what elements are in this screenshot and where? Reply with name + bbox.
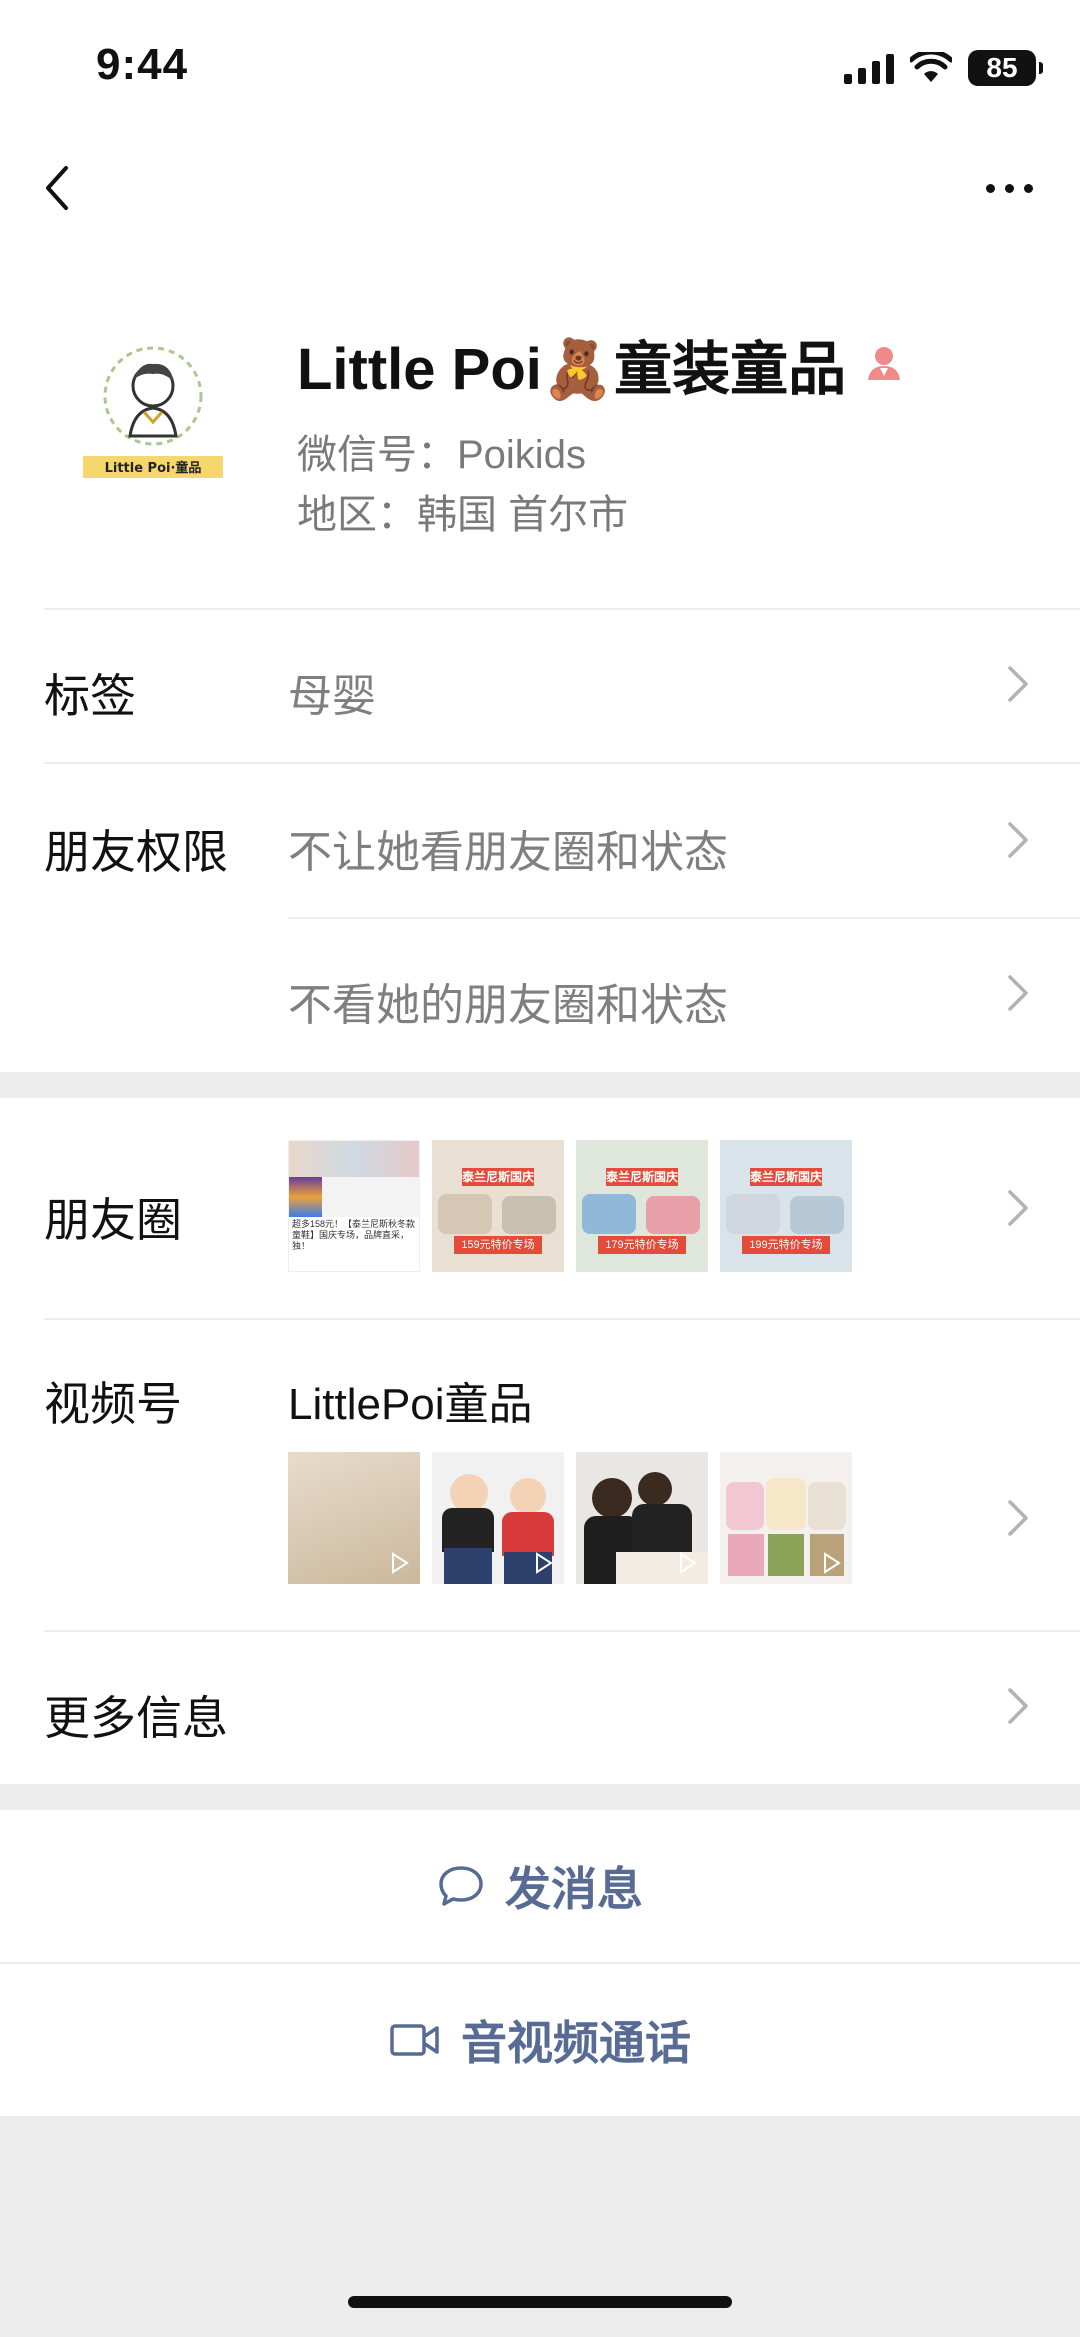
profile-header: Little Poi·童品 Little Poi🧸童装童品 微信号：Poikid…	[0, 250, 1080, 608]
tags-row[interactable]: 标签 母婴	[0, 608, 1080, 762]
channels-row[interactable]: 视频号 LittlePoi童品	[0, 1318, 1080, 1630]
more-info-label: 更多信息	[44, 1692, 228, 1744]
channels-label: 视频号	[44, 1378, 182, 1430]
region: 地区：韩国 首尔市	[297, 493, 629, 537]
play-icon	[680, 1552, 697, 1574]
moments-thumb-caption: 超多158元！【泰兰尼斯秋冬款童鞋】国庆专场，品牌直采，独！	[292, 1219, 416, 1251]
more-button[interactable]	[974, 158, 1044, 218]
moments-row[interactable]: 朋友圈 超多158元！【泰兰尼斯秋冬款童鞋】国庆专场，品牌直采，独！ 泰兰尼斯国…	[0, 1098, 1080, 1318]
moments-thumb-price: 159元特价专场	[454, 1236, 542, 1254]
chevron-left-icon	[46, 166, 68, 210]
status-bar: 9:44 85	[0, 0, 1080, 130]
permission-hide-mine-text: 不让她看朋友圈和状态	[288, 828, 728, 877]
avatar-logo: Little Poi·童品	[83, 346, 223, 478]
play-icon	[392, 1552, 409, 1574]
more-info-row[interactable]: 更多信息	[0, 1630, 1080, 1784]
svg-text:Little Poi·童品: Little Poi·童品	[105, 460, 202, 476]
permission-item-hide-theirs[interactable]: 不看她的朋友圈和状态	[0, 917, 1080, 1072]
moments-thumb: 泰兰尼斯国庆 199元特价专场	[720, 1140, 852, 1272]
chat-bubble-icon	[439, 1866, 483, 1906]
avatar[interactable]: Little Poi·童品	[78, 336, 228, 486]
battery-level: 85	[986, 52, 1018, 83]
video-call-button[interactable]: 音视频通话	[0, 1964, 1080, 2116]
chevron-right-icon	[1008, 975, 1028, 1011]
chevron-right-icon	[1008, 1190, 1028, 1226]
tags-label: 标签	[44, 670, 136, 722]
moments-thumb: 超多158元！【泰兰尼斯秋冬款童鞋】国庆专场，品牌直采，独！	[288, 1140, 420, 1272]
chevron-right-icon	[1008, 666, 1028, 702]
status-time: 9:44	[96, 40, 189, 89]
wifi-icon	[910, 52, 952, 82]
moments-thumb-title: 泰兰尼斯国庆	[462, 1168, 535, 1186]
profile-name: Little Poi🧸童装童品	[297, 337, 847, 402]
female-icon	[868, 347, 901, 380]
moments-label: 朋友圈	[44, 1194, 182, 1246]
home-indicator[interactable]	[348, 2296, 732, 2308]
more-dots-icon	[985, 183, 995, 193]
moments-thumb: 泰兰尼斯国庆 159元特价专场	[432, 1140, 564, 1272]
channels-thumb	[720, 1452, 852, 1584]
moments-thumb-title: 泰兰尼斯国庆	[750, 1168, 823, 1186]
info-section: 标签 母婴 朋友权限 不让她看朋友圈和状态 不看她的朋友圈和状态	[0, 608, 1080, 1072]
channels-name: LittlePoi童品	[288, 1380, 533, 1429]
play-icon	[536, 1552, 553, 1574]
moments-thumb: 泰兰尼斯国庆 179元特价专场	[576, 1140, 708, 1272]
social-section: 朋友圈 超多158元！【泰兰尼斯秋冬款童鞋】国庆专场，品牌直采，独！ 泰兰尼斯国…	[0, 1098, 1080, 1784]
video-call-label: 音视频通话	[461, 2017, 691, 2069]
chevron-right-icon	[1008, 1500, 1028, 1536]
channels-thumb	[432, 1452, 564, 1584]
profile-name-row: Little Poi🧸童装童品	[297, 322, 906, 406]
moments-thumb-title: 泰兰尼斯国庆	[606, 1168, 679, 1186]
nav-bar	[0, 130, 1080, 250]
send-message-button[interactable]: 发消息	[0, 1810, 1080, 1962]
chevron-right-icon	[1008, 1688, 1028, 1724]
send-message-label: 发消息	[505, 1863, 643, 1915]
signal-icon	[844, 52, 894, 84]
moments-thumb-price: 199元特价专场	[742, 1236, 830, 1254]
chevron-right-icon	[1008, 822, 1028, 858]
tags-value: 母婴	[288, 672, 376, 721]
status-icons: 85	[844, 46, 1043, 90]
wechat-id: 微信号：Poikids	[297, 433, 586, 477]
channels-thumb	[288, 1452, 420, 1584]
battery-icon: 85	[968, 50, 1043, 86]
back-button[interactable]	[36, 158, 96, 218]
permission-hide-theirs-text: 不看她的朋友圈和状态	[288, 981, 728, 1030]
moments-thumb-price: 179元特价专场	[598, 1236, 686, 1254]
channels-thumb	[576, 1452, 708, 1584]
permission-item-hide-mine[interactable]: 不让她看朋友圈和状态	[0, 762, 1080, 917]
video-camera-icon	[390, 2024, 439, 2056]
play-icon	[824, 1552, 841, 1574]
